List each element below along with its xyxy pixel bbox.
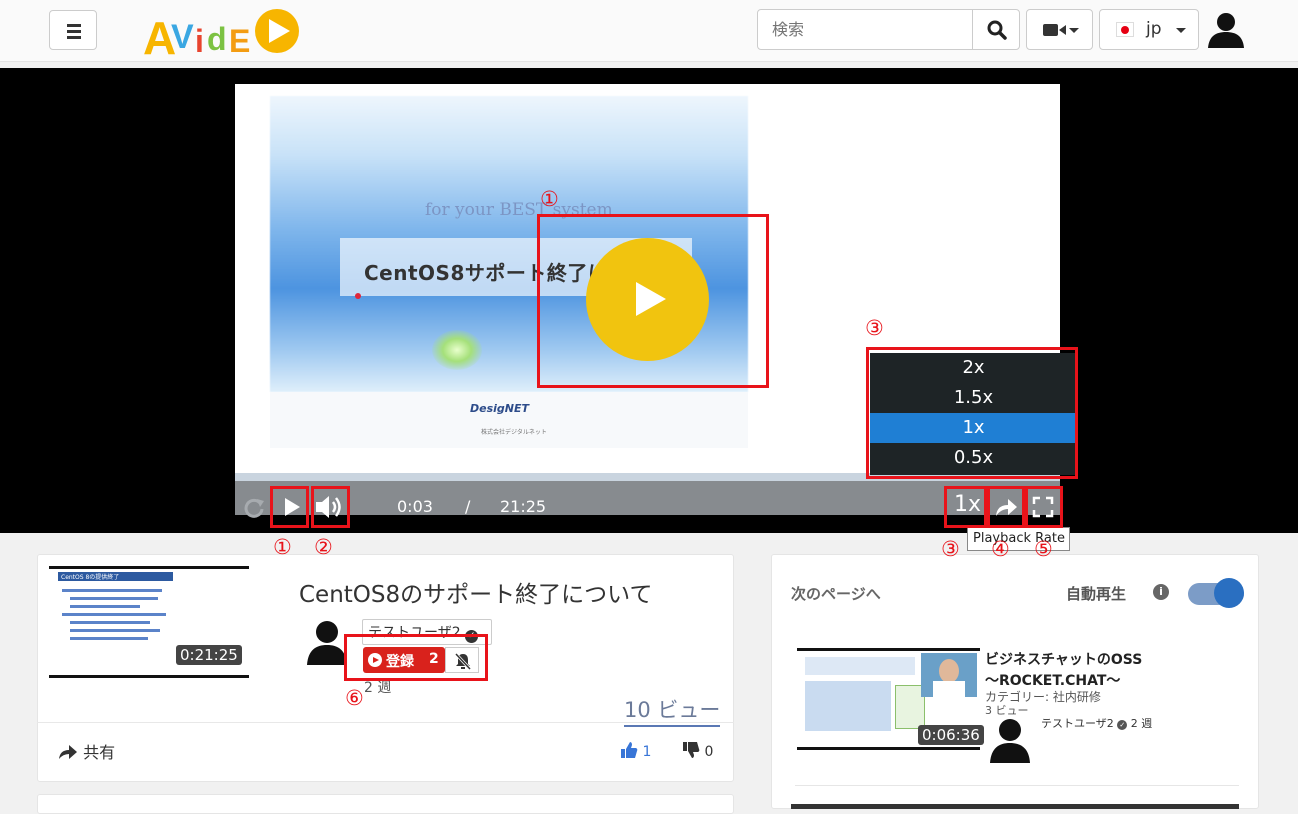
next-video-uploader-name: テストユーザ2 [1041, 717, 1114, 730]
current-time: 0:03 [397, 497, 433, 516]
thumbnail-duration: 0:21:25 [176, 645, 242, 665]
info-icon[interactable]: i [1153, 584, 1169, 600]
next-video-title-line1: ビジネスチャットのOSS [985, 652, 1143, 668]
annotation-number-3: ③ [865, 316, 884, 340]
thumbnail-text-line [70, 629, 160, 632]
divider [37, 722, 734, 723]
logo-letter-d: d [207, 21, 227, 57]
thumbs-down-icon [683, 742, 700, 758]
next-video-views: 3 ビュー [985, 704, 1029, 717]
next-video-uploader[interactable]: テストユーザ2 ✓ 2 週 [1041, 715, 1152, 731]
thumbnail-text-line [70, 597, 158, 600]
next-item-thumbnail[interactable] [791, 804, 1239, 809]
thumbnail-text-line [62, 613, 166, 616]
menu-button[interactable] [49, 10, 97, 50]
like-button[interactable]: 1 [620, 741, 651, 760]
language-label: jp [1146, 19, 1162, 39]
video-slide-footer [270, 392, 748, 448]
thumb-slide-header [805, 657, 915, 675]
share-icon [59, 745, 77, 759]
logo-letter-v: V [171, 18, 194, 56]
up-next-heading: 次のページへ [791, 585, 881, 603]
chevron-down-icon [1176, 28, 1186, 33]
search-button[interactable] [972, 9, 1020, 50]
dislike-count: 0 [704, 744, 714, 760]
annotation-number-4: ④ [991, 537, 1010, 561]
chevron-down-icon [1069, 28, 1079, 33]
next-video-title[interactable]: ビジネスチャットのOSS ～ROCKET.CHAT～ [985, 650, 1245, 692]
annotation-number-6: ⑥ [345, 686, 364, 710]
time-separator: / [465, 497, 471, 516]
autoplay-label: 自動再生 [1066, 585, 1127, 603]
video-title: CentOS8のサポート終了について [299, 582, 653, 608]
share-label: 共有 [83, 743, 116, 762]
japan-flag-icon [1116, 22, 1134, 37]
thumb-slide-body [805, 681, 891, 731]
thumbnail-text-line [62, 589, 162, 592]
thumbs-up-icon [621, 742, 638, 758]
annotation-box-3-rate [944, 486, 987, 528]
video-camera-icon [1043, 24, 1066, 36]
slide-dot [355, 293, 361, 299]
playback-rate-tooltip: Playback Rate [967, 527, 1070, 551]
thumbnail-text-line [70, 621, 150, 624]
upload-video-button[interactable] [1026, 9, 1093, 50]
user-avatar-icon[interactable] [1206, 10, 1246, 50]
next-video-uploader-avatar-icon[interactable] [988, 717, 1032, 763]
slide-glow [432, 330, 482, 370]
control-bar [235, 481, 1060, 515]
annotation-box-1-big-play [537, 214, 769, 388]
share-button[interactable]: 共有 [58, 739, 115, 763]
search-icon [987, 20, 1007, 40]
comments-card [37, 794, 734, 814]
thumbnail-heading: CentOS 8の提供終了 [61, 574, 120, 581]
slide-logo: DesigNET [470, 402, 530, 415]
annotation-box-3-rate-menu [866, 347, 1078, 479]
like-count: 1 [642, 744, 652, 760]
search-input[interactable] [757, 9, 973, 50]
uploader-avatar-icon[interactable] [306, 619, 348, 665]
annotation-number-1: ① [540, 187, 559, 211]
logo-letter-e: E [229, 23, 250, 59]
annotation-box-1-play [270, 486, 309, 528]
duration: 21:25 [500, 497, 547, 516]
annotation-number-3: ③ [941, 537, 960, 561]
annotation-number-1: ① [273, 535, 292, 559]
thumb-presenter [921, 653, 977, 697]
site-logo[interactable]: A V i d E [141, 2, 301, 64]
divider [795, 785, 1239, 786]
thumbnail-text-line [70, 605, 140, 608]
thumbnail-text-line [70, 637, 148, 640]
annotation-box-4-share [987, 486, 1025, 528]
replay-icon[interactable] [243, 496, 265, 518]
dislike-button[interactable]: 0 [682, 741, 713, 760]
verified-icon: ✓ [1117, 720, 1128, 730]
annotation-number-5: ⑤ [1034, 537, 1053, 561]
annotation-box-5-fullscreen [1025, 486, 1063, 528]
autoplay-toggle-knob[interactable] [1214, 578, 1244, 608]
next-video-time-ago: 2 週 [1130, 717, 1153, 730]
annotation-box-2-volume [311, 486, 350, 528]
annotation-box-6-subscribe [344, 634, 488, 681]
language-selector[interactable]: jp [1099, 9, 1199, 50]
slide-logo-sub: 株式会社デジタルネット [481, 429, 547, 436]
logo-letter-i: i [195, 23, 204, 59]
annotation-number-2: ② [314, 535, 333, 559]
next-video-duration: 0:06:36 [918, 725, 984, 745]
